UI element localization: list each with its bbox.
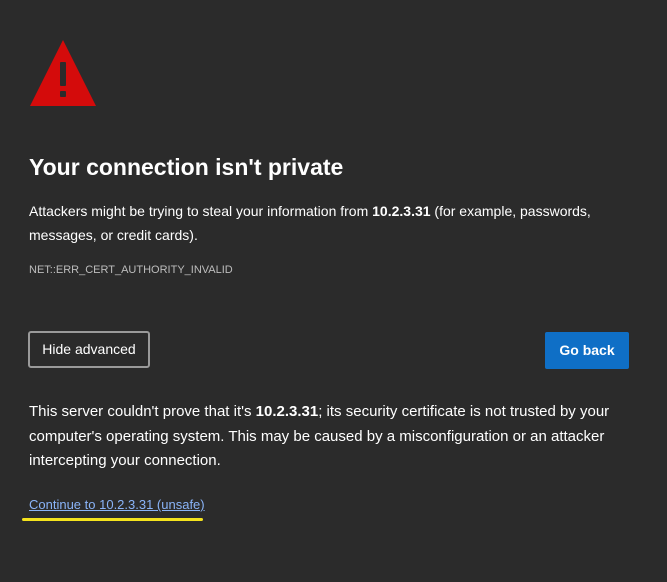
highlight-underline xyxy=(22,518,203,521)
page-title: Your connection isn't private xyxy=(29,154,344,180)
warning-description: Attackers might be trying to steal your … xyxy=(29,199,629,247)
error-code: NET::ERR_CERT_AUTHORITY_INVALID xyxy=(29,264,233,276)
advanced-prefix: This server couldn't prove that it's xyxy=(29,403,256,420)
advanced-host-name: 10.2.3.31 xyxy=(255,403,319,420)
description-prefix: Attackers might be trying to steal your … xyxy=(29,203,373,219)
hide-advanced-button[interactable]: Hide advanced xyxy=(28,331,150,368)
go-back-button[interactable]: Go back xyxy=(545,332,629,369)
advanced-details: This server couldn't prove that it's 10.… xyxy=(29,400,629,474)
warning-triangle-icon xyxy=(28,38,98,108)
host-name: 10.2.3.31 xyxy=(372,203,431,219)
continue-unsafe-link[interactable]: Continue to 10.2.3.31 (unsafe) xyxy=(29,496,205,514)
